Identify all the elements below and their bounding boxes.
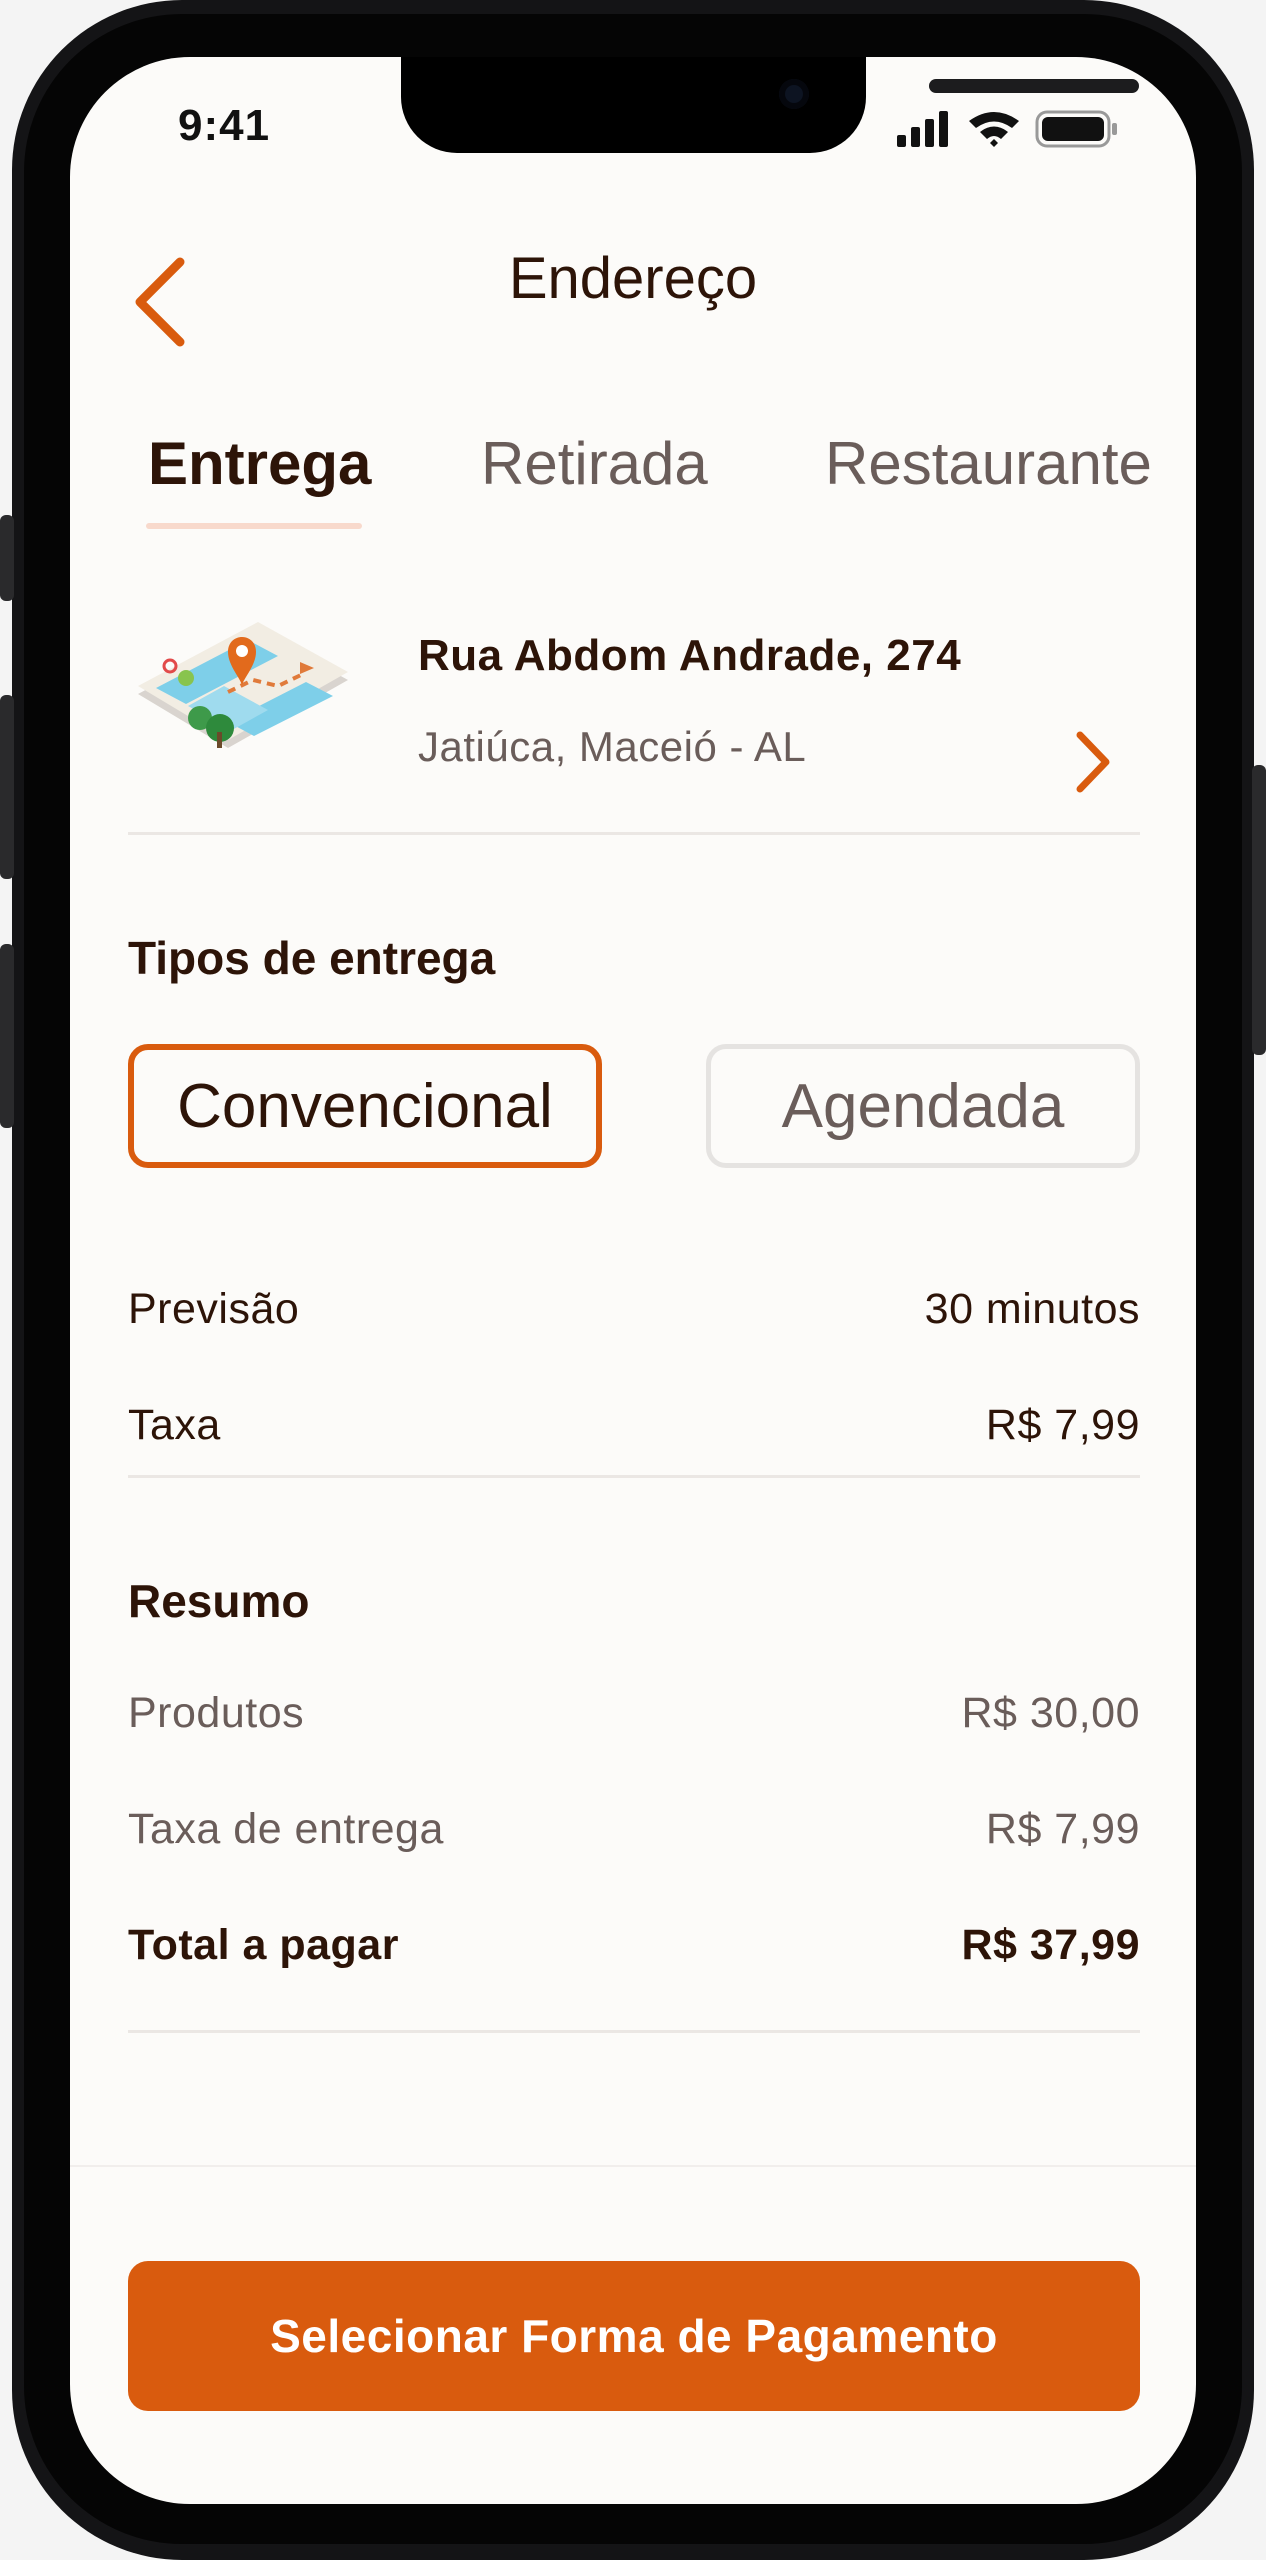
products-value: R$ 30,00 bbox=[961, 1689, 1140, 1737]
notch bbox=[401, 57, 1139, 153]
speaker-slot bbox=[929, 79, 1139, 93]
phone-side-button bbox=[0, 515, 14, 601]
page-title: Endereço bbox=[508, 246, 758, 311]
phone-side-button bbox=[1252, 765, 1266, 1055]
delivery-types-title: Tipos de entrega bbox=[128, 932, 496, 984]
front-camera bbox=[779, 79, 809, 109]
delivery-fee-label: Taxa de entrega bbox=[128, 1805, 444, 1853]
option-agendada[interactable]: Agendada bbox=[706, 1044, 1140, 1168]
status-time: 9:41 bbox=[178, 101, 271, 150]
fee-value: R$ 7,99 bbox=[985, 1401, 1140, 1449]
option-agendada-label: Agendada bbox=[781, 1071, 1065, 1141]
address-street: Rua Abdom Andrade, 274 bbox=[418, 631, 962, 680]
fee-label: Taxa bbox=[128, 1401, 221, 1449]
phone-side-button bbox=[0, 695, 14, 879]
chevron-right-icon[interactable] bbox=[1068, 727, 1118, 797]
tab-restaurante[interactable]: Restaurante bbox=[825, 429, 1152, 498]
forecast-value: 30 minutos bbox=[924, 1285, 1140, 1333]
status-icons bbox=[897, 109, 1196, 149]
tab-entrega[interactable]: Entrega bbox=[148, 429, 371, 498]
divider bbox=[128, 1475, 1140, 1478]
divider bbox=[128, 2030, 1140, 2033]
footer-separator bbox=[70, 2165, 1196, 2167]
app-screen: 9:41 Endereço Entrega Retirada Restauran… bbox=[70, 57, 1196, 2504]
select-payment-button-label: Selecionar Forma de Pagamento bbox=[270, 2310, 998, 2362]
total-label: Total a pagar bbox=[128, 1921, 399, 1969]
phone-side-button bbox=[0, 944, 14, 1128]
option-convencional-label: Convencional bbox=[177, 1071, 553, 1141]
wifi-icon bbox=[969, 112, 1019, 147]
signal-icon bbox=[897, 111, 948, 147]
summary-title: Resumo bbox=[128, 1575, 310, 1627]
battery-icon bbox=[1035, 110, 1117, 148]
delivery-fee-value: R$ 7,99 bbox=[985, 1805, 1140, 1853]
total-value: R$ 37,99 bbox=[961, 1921, 1140, 1969]
tab-active-indicator bbox=[146, 523, 362, 529]
map-location-icon bbox=[128, 622, 358, 782]
forecast-label: Previsão bbox=[128, 1285, 300, 1333]
address-city: Jatiúca, Maceió - AL bbox=[418, 723, 807, 770]
products-label: Produtos bbox=[128, 1689, 305, 1737]
option-convencional[interactable]: Convencional bbox=[128, 1044, 602, 1168]
divider bbox=[128, 832, 1140, 835]
tab-retirada[interactable]: Retirada bbox=[481, 429, 708, 498]
select-payment-button[interactable]: Selecionar Forma de Pagamento bbox=[128, 2261, 1140, 2411]
